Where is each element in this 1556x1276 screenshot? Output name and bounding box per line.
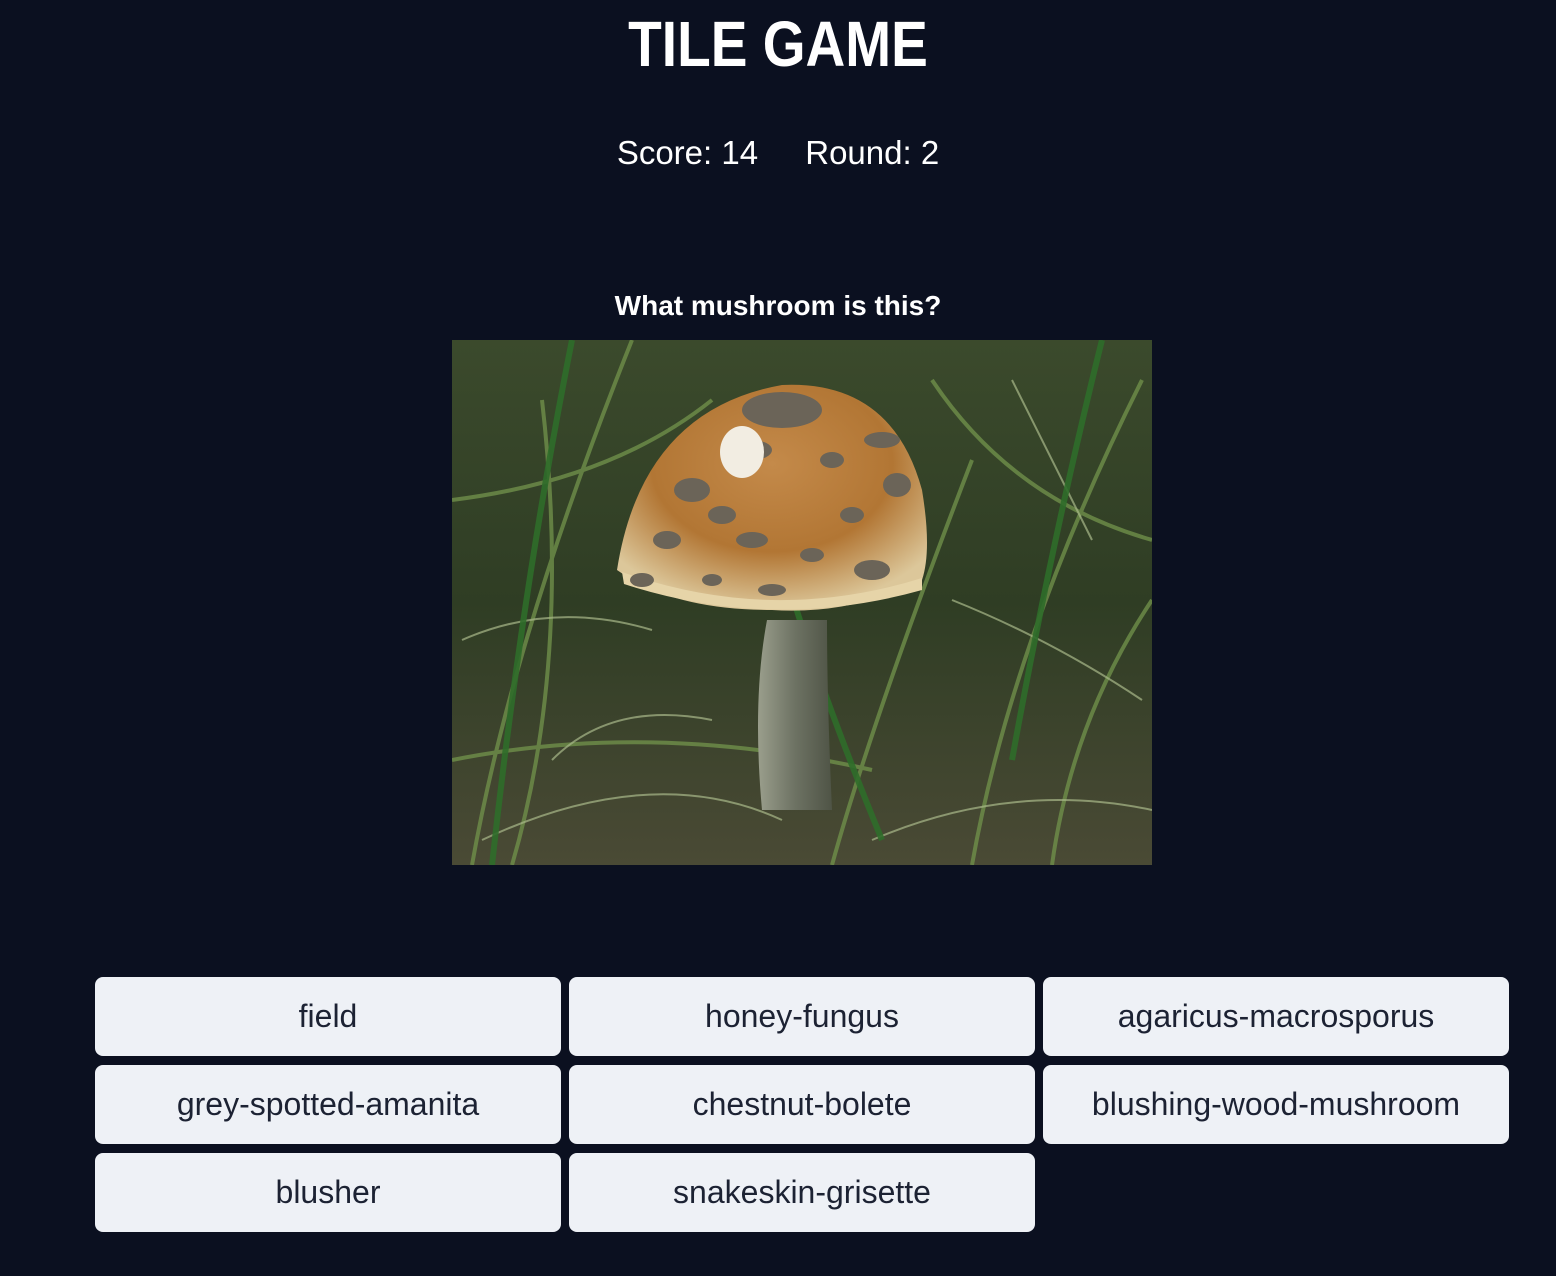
answer-button-blusher[interactable]: blusher bbox=[95, 1153, 561, 1232]
score-label: Score: 14 bbox=[616, 134, 759, 171]
answer-button-field[interactable]: field bbox=[95, 977, 561, 1056]
round-label: Round: 2 bbox=[805, 134, 940, 171]
answer-button-chestnut-bolete[interactable]: chestnut-bolete bbox=[569, 1065, 1035, 1144]
answer-button-honey-fungus[interactable]: honey-fungus bbox=[569, 977, 1035, 1056]
answer-button-blushing-wood-mushroom[interactable]: blushing-wood-mushroom bbox=[1043, 1065, 1509, 1144]
question-text: What mushroom is this? bbox=[614, 290, 942, 321]
answer-button-agaricus-macrosporus[interactable]: agaricus-macrosporus bbox=[1043, 977, 1509, 1056]
stats-bar: Score: 14 Round: 2 bbox=[0, 130, 1556, 176]
answer-button-snakeskin-grisette[interactable]: snakeskin-grisette bbox=[569, 1153, 1035, 1232]
answer-grid: field honey-fungus agaricus-macrosporus … bbox=[95, 977, 1509, 1232]
mushroom-photo bbox=[452, 340, 1152, 865]
answer-button-grey-spotted-amanita[interactable]: grey-spotted-amanita bbox=[95, 1065, 561, 1144]
game-title: TILE GAME bbox=[628, 8, 928, 80]
